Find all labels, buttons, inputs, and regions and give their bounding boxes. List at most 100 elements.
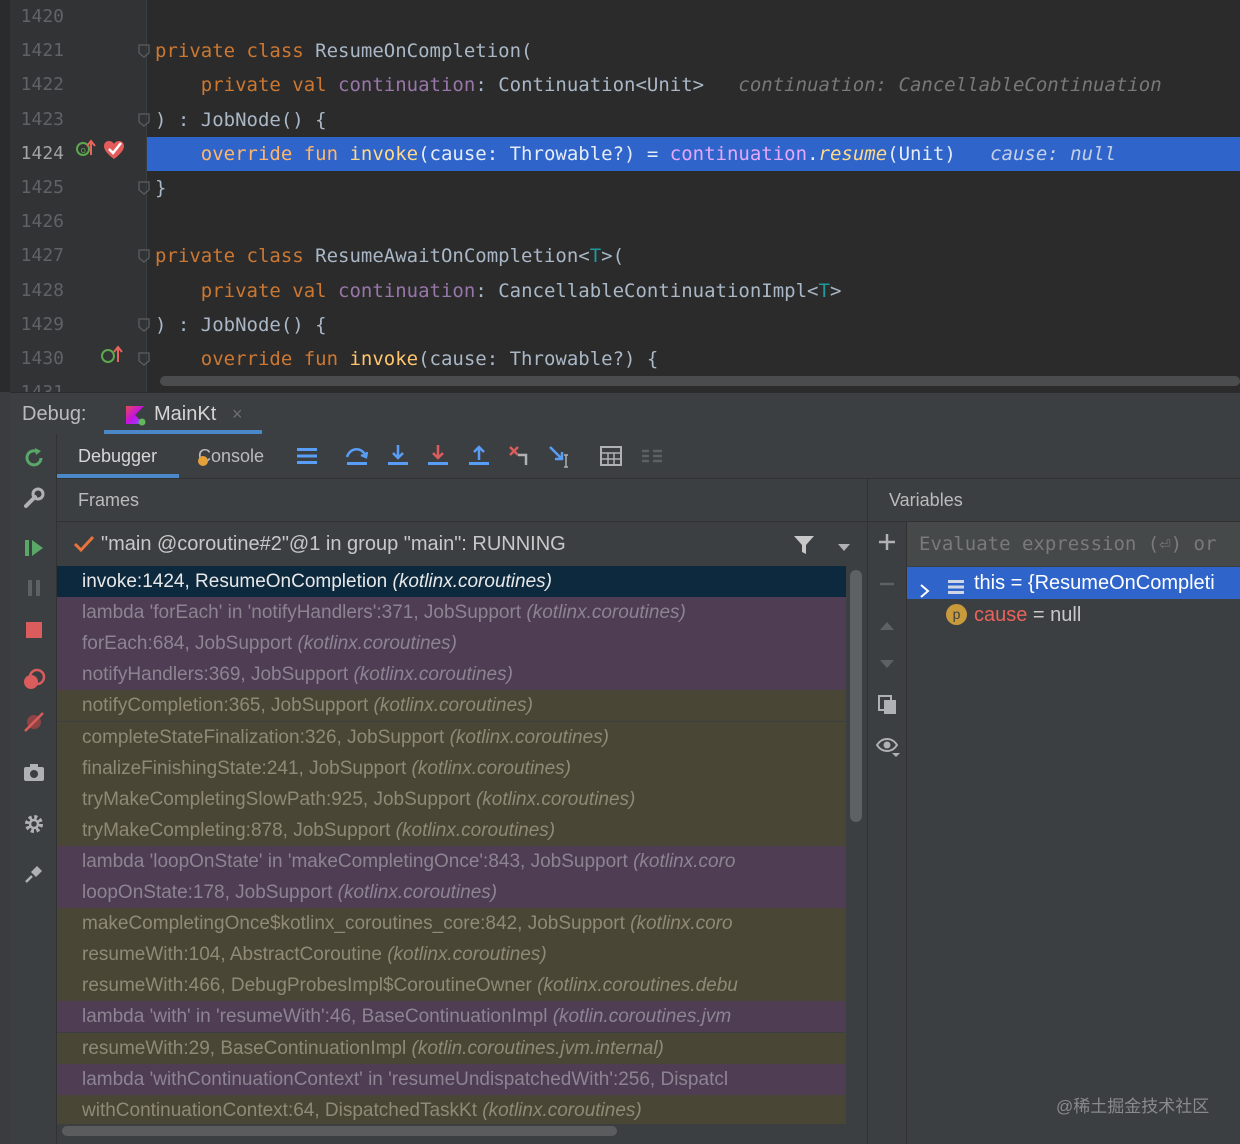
stop-icon[interactable] (22, 618, 46, 642)
frames-hscroll-thumb[interactable] (62, 1126, 617, 1136)
stack-frame[interactable]: forEach:684, JobSupport (kotlinx.corouti… (57, 628, 846, 660)
variable-row-this[interactable]: this = {ResumeOnCompleti (907, 567, 1240, 599)
stack-frame[interactable]: tryMakeCompletingSlowPath:925, JobSuppor… (57, 783, 846, 815)
variable-name: this (974, 572, 1006, 594)
variables-title: Variables (889, 490, 963, 510)
trace-current-stream-icon[interactable] (639, 443, 665, 469)
variables-tree[interactable]: this = {ResumeOnCompleti p cause = null (907, 566, 1240, 1144)
tab-debugger-underline (57, 474, 179, 478)
override-arrow-icon-1430[interactable] (100, 342, 124, 376)
step-out-icon[interactable] (466, 443, 492, 469)
stack-frame[interactable]: lambda 'withContinuationContext' in 'res… (57, 1063, 846, 1095)
frames-scrollbar-thumb[interactable] (850, 570, 862, 822)
add-watch-icon[interactable] (877, 532, 897, 557)
thread-running-check-icon (73, 534, 95, 559)
stack-frame[interactable]: resumeWith:466, DebugProbesImpl$Coroutin… (57, 970, 846, 1002)
session-tab-mainkt[interactable]: MainKt × (104, 392, 262, 434)
eye-icon[interactable] (875, 736, 900, 763)
code-line[interactable]: 1424 override fun invoke(cause: Throwabl… (0, 136, 1240, 171)
stack-frame[interactable]: notifyCompletion:365, JobSupport (kotlin… (57, 690, 846, 722)
drop-frame-icon[interactable] (506, 443, 532, 469)
code-token: (Unit) (887, 142, 956, 165)
filter-icon[interactable] (793, 534, 815, 561)
tab-debugger[interactable]: Debugger (78, 434, 157, 478)
fold-marker-icon[interactable] (138, 112, 150, 127)
code-line[interactable]: 1427 private class ResumeAwaitOnCompletio… (0, 239, 1240, 273)
frame-method: withContinuationContext:64, DispatchedTa… (82, 1099, 483, 1121)
line-number: 1423 (20, 108, 64, 130)
fold-marker-icon[interactable] (138, 249, 150, 264)
code-line[interactable]: 1425} (0, 171, 1240, 205)
variable-this-text: this = {ResumeOnCompleti (974, 567, 1215, 599)
stack-frame[interactable]: makeCompletingOnce$kotlinx_coroutines_co… (57, 908, 846, 940)
gear-icon[interactable] (22, 812, 46, 836)
variable-row-cause[interactable]: p cause = null (907, 599, 1240, 631)
force-step-into-icon[interactable] (425, 443, 451, 469)
stack-frame[interactable]: lambda 'with' in 'resumeWith':46, BaseCo… (57, 1001, 846, 1033)
wrench-settings-icon[interactable] (22, 486, 46, 510)
code-line[interactable]: 1421 private class ResumeOnCompletion( (0, 34, 1240, 68)
camera-icon[interactable] (22, 760, 46, 784)
view-breakpoints-icon[interactable] (22, 668, 46, 692)
run-to-cursor-icon[interactable] (547, 443, 573, 469)
stack-frame[interactable]: lambda 'loopOnState' in 'makeCompletingO… (57, 845, 846, 877)
pause-program-icon[interactable] (22, 576, 46, 600)
thread-selector[interactable]: "main @coroutine#2"@1 in group "main": R… (57, 522, 867, 566)
code-line[interactable]: 1422 private val continuation: Continuat… (0, 68, 1240, 102)
step-over-icon[interactable] (344, 443, 370, 469)
code-line[interactable]: 1428 private val continuation: Cancellab… (0, 274, 1240, 308)
stack-frame[interactable]: invoke:1424, ResumeOnCompletion (kotlinx… (57, 566, 846, 597)
frame-method: finalizeFinishingState:241, JobSupport (82, 757, 412, 779)
breakpoint-check-icon[interactable] (102, 138, 126, 172)
show-execution-point-icon[interactable] (294, 443, 320, 469)
frame-package: (kotlin.coroutines.jvm (552, 1006, 732, 1028)
evaluate-expression-field[interactable] (907, 522, 1240, 567)
chevron-down-icon[interactable] (837, 540, 851, 558)
stack-frame[interactable]: resumeWith:104, AbstractCoroutine (kotli… (57, 939, 846, 971)
move-up-icon[interactable] (877, 616, 897, 641)
code-line[interactable]: 1420 (0, 0, 1240, 34)
code-line[interactable]: 1423) : JobNode() { (0, 103, 1240, 137)
stack-frame[interactable]: completeStateFinalization:326, JobSuppor… (57, 721, 846, 753)
stack-frame[interactable]: withContinuationContext:64, DispatchedTa… (57, 1094, 846, 1124)
mute-breakpoints-icon[interactable] (22, 710, 46, 734)
stack-frame[interactable]: notifyHandlers:369, JobSupport (kotlinx.… (57, 659, 846, 691)
override-arrow-icon[interactable]: o (76, 136, 96, 170)
evaluate-expression-input[interactable] (919, 530, 1240, 558)
move-down-icon[interactable] (877, 654, 897, 679)
code-text: override fun invoke(cause: Throwable?) =… (155, 137, 1116, 171)
code-token: private class (155, 40, 316, 63)
code-token: resume (818, 142, 888, 165)
fold-marker-icon[interactable] (138, 352, 150, 366)
frame-method: lambda 'with' in 'resumeWith':46, BaseCo… (82, 1006, 553, 1028)
code-editor[interactable]: 1420 1421 private class ResumeOnCompletion… (0, 0, 1240, 392)
code-token: private val (155, 279, 339, 302)
frame-method: lambda 'forEach' in 'notifyHandlers':371… (82, 602, 527, 624)
evaluate-expression-icon[interactable] (598, 443, 624, 469)
fold-marker-icon[interactable] (138, 181, 150, 195)
resume-program-icon[interactable] (22, 536, 46, 560)
step-into-icon[interactable] (385, 443, 411, 469)
fold-marker-icon[interactable] (138, 318, 150, 332)
rerun-icon[interactable] (22, 446, 46, 470)
editor-scrollbar-thumb[interactable] (160, 376, 1240, 386)
code-line[interactable]: 1426 (0, 205, 1240, 239)
stack-frame[interactable]: loopOnState:178, JobSupport (kotlinx.cor… (57, 877, 846, 908)
code-token: override fun (155, 142, 350, 165)
frames-list[interactable]: invoke:1424, ResumeOnCompletion (kotlinx… (57, 566, 846, 1124)
fold-marker-icon[interactable] (138, 44, 150, 59)
frame-package: (kotlinx.coroutines) (392, 571, 552, 592)
code-text: private class ResumeAwaitOnCompletion<T>… (155, 239, 624, 273)
stack-frame[interactable]: resumeWith:29, BaseContinuationImpl (kot… (57, 1032, 846, 1064)
remove-watch-icon[interactable] (877, 574, 897, 599)
copy-icon[interactable] (877, 694, 899, 721)
code-line[interactable]: 1429) : JobNode() { (0, 308, 1240, 342)
tab-console[interactable]: Console (198, 434, 264, 478)
stack-frame[interactable]: tryMakeCompleting:878, JobSupport (kotli… (57, 814, 846, 846)
code-token: private class (155, 245, 316, 268)
stack-frame[interactable]: lambda 'forEach' in 'notifyHandlers':371… (57, 597, 846, 629)
code-line[interactable]: 1430 override fun invoke(cause: Throwabl… (0, 342, 1240, 376)
stack-frame[interactable]: finalizeFinishingState:241, JobSupport (… (57, 752, 846, 784)
code-token: ResumeAwaitOnCompletion< (315, 245, 590, 268)
pin-icon[interactable] (22, 862, 46, 886)
